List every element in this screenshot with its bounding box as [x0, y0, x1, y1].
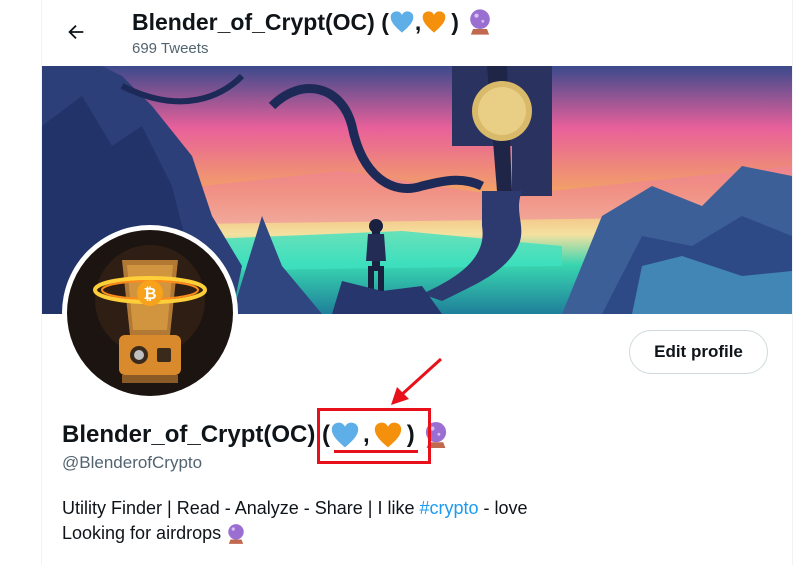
display-name-text: Blender_of_Crypt(OC) ( [62, 421, 331, 448]
bio-text-suffix: - love [478, 498, 528, 518]
bio-text-line2: Looking for airdrops [62, 523, 227, 543]
avatar[interactable]: ₿ [62, 225, 238, 401]
bio-line-2: Looking for airdrops [62, 521, 528, 546]
header-title-end: ) [451, 8, 459, 35]
profile-bio: Utility Finder | Read - Analyze - Share … [62, 496, 528, 546]
back-button[interactable] [62, 18, 90, 46]
blue-heart-icon [390, 11, 414, 33]
header-title-text: Blender_of_Crypt(OC) ( [132, 8, 389, 35]
right-column-border [792, 0, 793, 565]
bio-text: Utility Finder | Read - Analyze - Share … [62, 498, 420, 518]
annotation-arrow-icon [391, 357, 443, 405]
profile-handle: @BlenderofCrypto [62, 453, 203, 472]
svg-text:₿: ₿ [143, 285, 156, 303]
orange-heart-icon [422, 11, 446, 33]
bio-line-1: Utility Finder | Read - Analyze - Share … [62, 496, 528, 521]
annotation-underline [334, 450, 418, 453]
hashtag-link[interactable]: #crypto [420, 498, 479, 518]
tweet-count: 699 Tweets [132, 40, 209, 57]
crystal-ball-icon [470, 9, 490, 35]
crystal-ball-icon [228, 524, 244, 545]
avatar-image: ₿ [67, 230, 233, 396]
edit-profile-button[interactable]: Edit profile [629, 330, 768, 374]
annotation-highlight-box [317, 408, 431, 464]
header-title: Blender_of_Crypt(OC) ( , ) [132, 8, 493, 36]
back-arrow-icon [68, 24, 84, 40]
